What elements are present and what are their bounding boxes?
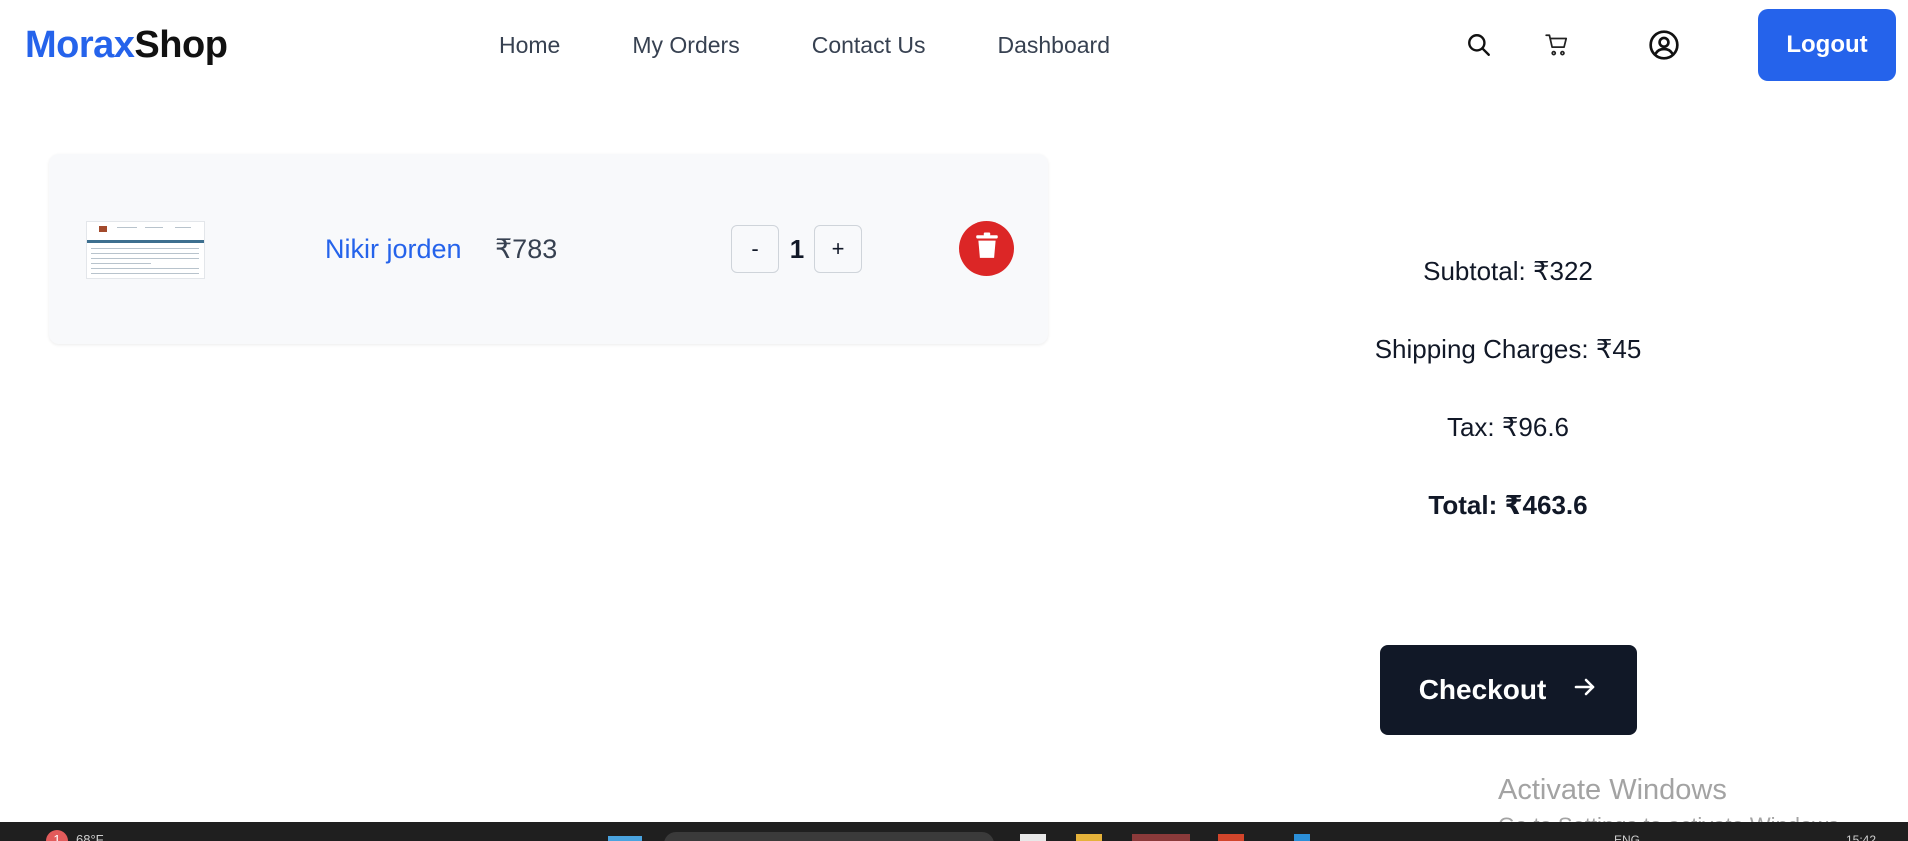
trash-icon: [974, 232, 1000, 265]
cart-icon[interactable]: [1540, 28, 1574, 62]
weather-temperature[interactable]: 68°F: [76, 832, 104, 841]
main-nav: Home My Orders Contact Us Dashboard: [499, 32, 1110, 59]
quantity-value: 1: [789, 234, 805, 264]
product-price: ₹783: [495, 234, 558, 264]
arrow-right-icon: [1572, 674, 1598, 706]
brand-logo[interactable]: MoraxShop: [25, 24, 228, 67]
user-account-icon[interactable]: [1647, 28, 1681, 62]
brand-logo-part1: Morax: [25, 24, 135, 66]
subtotal-text: Subtotal: ₹322: [1423, 256, 1593, 286]
remove-item-button[interactable]: [959, 221, 1014, 276]
product-thumbnail: [86, 221, 205, 279]
notification-badge[interactable]: 1: [46, 830, 68, 841]
tax-text: Tax: ₹96.6: [1446, 412, 1570, 442]
top-navbar: MoraxShop Home My Orders Contact Us Dash…: [0, 0, 1908, 95]
clock[interactable]: 15:42: [1846, 833, 1876, 841]
quantity-increment-button[interactable]: +: [814, 225, 862, 273]
logout-button[interactable]: Logout: [1758, 9, 1896, 81]
language-indicator[interactable]: ENG: [1614, 833, 1640, 841]
checkout-button[interactable]: Checkout: [1380, 645, 1637, 735]
app-icon[interactable]: [1132, 834, 1190, 841]
nav-link-my-orders[interactable]: My Orders: [632, 32, 739, 59]
brand-logo-part2: Shop: [134, 24, 228, 66]
os-taskbar: 1 68°F ENG 15:42: [0, 822, 1908, 841]
activate-windows-title: Activate Windows: [1498, 774, 1727, 806]
office-icon[interactable]: [1218, 834, 1244, 841]
nav-link-dashboard[interactable]: Dashboard: [997, 32, 1110, 59]
windows-start-icon[interactable]: [608, 836, 642, 841]
cart-item-card: Nikir jorden ₹783 - 1 +: [49, 154, 1048, 344]
quantity-decrement-button[interactable]: -: [731, 225, 779, 273]
checkout-label: Checkout: [1418, 674, 1547, 705]
browser-icon[interactable]: [1294, 834, 1310, 841]
search-icon[interactable]: [1462, 28, 1496, 62]
shipping-charges-text: Shipping Charges: ₹45: [1374, 334, 1642, 364]
file-explorer-icon[interactable]: [1020, 834, 1046, 841]
taskbar-search-box[interactable]: [664, 832, 994, 841]
total-text: Total: ₹463.6: [1428, 490, 1588, 520]
nav-link-contact-us[interactable]: Contact Us: [812, 32, 926, 59]
folder-icon[interactable]: [1076, 834, 1102, 841]
nav-link-home[interactable]: Home: [499, 32, 560, 59]
product-name-link[interactable]: Nikir jorden: [325, 234, 462, 265]
